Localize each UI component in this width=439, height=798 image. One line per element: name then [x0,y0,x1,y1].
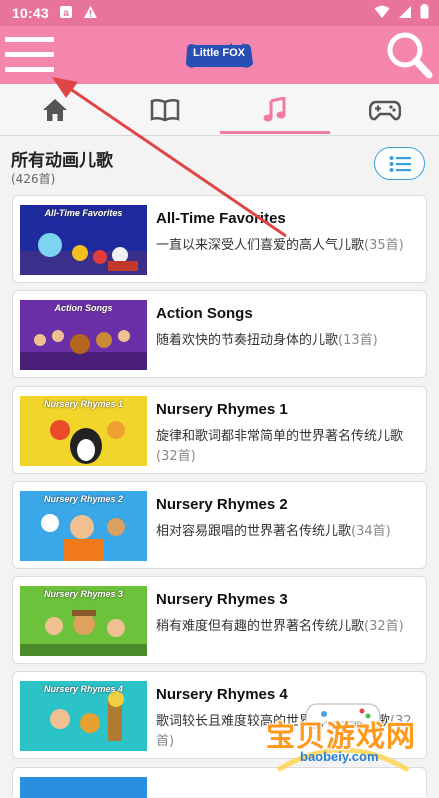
thumbnail-nursery-rhymes-2: Nursery Rhymes 2 [20,491,147,561]
list-view-toggle[interactable] [374,147,425,180]
list-item[interactable]: Nursery Rhymes 1 Nursery Rhymes 1 旋律和歌词都… [12,386,427,474]
item-title: All-Time Favorites [156,210,286,227]
notification-a-icon: a [59,5,73,22]
thumbnail-label: Nursery Rhymes 1 [43,399,124,409]
svg-text:a: a [63,8,69,19]
list-icon [389,155,411,172]
thumbnail-next [20,777,147,798]
logo-text: Little FOX [193,47,245,59]
item-count: (13首) [338,333,378,348]
app-bar: Little FOX [0,26,439,84]
item-description: 旋律和歌词都非常简单的世界著名传统儿歌(32首) [156,429,404,464]
thumbnail-label: Action Songs [54,303,113,313]
watermark-url: baobeiy.com [300,749,379,764]
status-time: 10:43 [12,5,49,21]
wifi-icon [374,5,390,22]
home-icon [43,98,67,121]
item-count: (35首) [364,238,404,253]
status-bar: 10:43 a [0,0,439,26]
item-description: 随着欢快的节奏扭动身体的儿歌(13首) [156,333,378,348]
item-description: 稍有难度但有趣的世界著名传统儿歌(32首) [156,619,404,634]
tab-home[interactable] [0,84,110,135]
section-title: 所有动画儿歌 [11,151,113,171]
item-description: 一直以来深受人们喜爱的高人气儿歌(35首) [156,238,404,253]
item-title: Nursery Rhymes 1 [156,401,288,418]
item-count: (34首) [351,524,391,539]
thumbnail-nursery-rhymes-4: Nursery Rhymes 4 [20,681,147,751]
thumbnail-all-time-favorites: All-Time Favorites [20,205,147,275]
tab-games[interactable] [330,84,439,135]
item-count: (32首) [364,619,404,634]
item-description: 相对容易跟唱的世界著名传统儿歌(34首) [156,524,391,539]
little-fox-logo: Little FOX [183,40,255,70]
music-note-icon [263,96,286,121]
book-icon [150,98,180,121]
thumbnail-nursery-rhymes-1: Nursery Rhymes 1 [20,396,147,466]
tab-bar [0,84,439,136]
hamburger-menu-icon[interactable] [5,37,54,73]
thumbnail-action-songs: Action Songs [20,300,147,370]
signal-icon [398,5,412,22]
thumbnail-label: Nursery Rhymes 2 [43,494,124,504]
item-title: Nursery Rhymes 3 [156,591,288,608]
warning-icon [83,5,98,22]
tab-book[interactable] [110,84,220,135]
item-count: (32首) [156,449,196,464]
thumbnail-nursery-rhymes-3: Nursery Rhymes 3 [20,586,147,656]
list-item[interactable]: Nursery Rhymes 2 Nursery Rhymes 2 相对容易跟唱… [12,481,427,569]
battery-icon [420,4,429,22]
section-count: (426首) [11,172,56,186]
gamepad-icon [369,100,401,120]
item-title: Action Songs [156,305,253,322]
list-item[interactable]: All-Time Favorites All-Time Favorites 一直… [12,195,427,283]
thumbnail-label: Nursery Rhymes 3 [43,589,124,599]
thumbnail-label: All-Time Favorites [44,208,123,218]
item-title: Nursery Rhymes 2 [156,496,288,513]
thumbnail-label: Nursery Rhymes 4 [43,684,124,694]
list-item[interactable]: Nursery Rhymes 3 Nursery Rhymes 3 稍有难度但有… [12,576,427,664]
search-icon[interactable] [385,30,433,80]
list-item[interactable]: Action Songs Action Songs 随着欢快的节奏扭动身体的儿歌… [12,290,427,378]
tab-songs[interactable] [220,84,330,135]
